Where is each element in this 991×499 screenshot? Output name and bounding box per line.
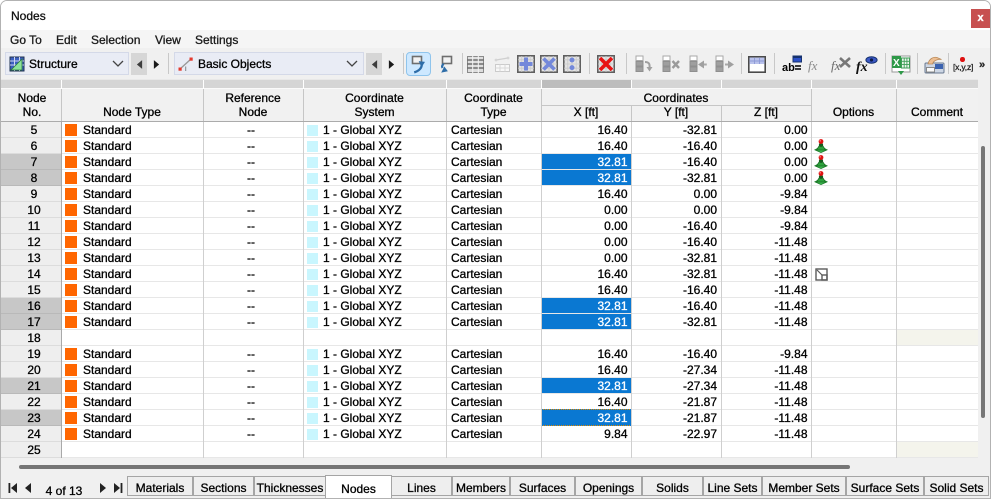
svg-text:fx: fx [831, 58, 841, 73]
svg-text:fx: fx [808, 58, 818, 73]
svg-text:I: I [185, 67, 187, 72]
svg-text:fx: fx [856, 60, 868, 74]
svg-text:X: X [893, 58, 900, 69]
svg-text:ab: ab [782, 62, 795, 74]
